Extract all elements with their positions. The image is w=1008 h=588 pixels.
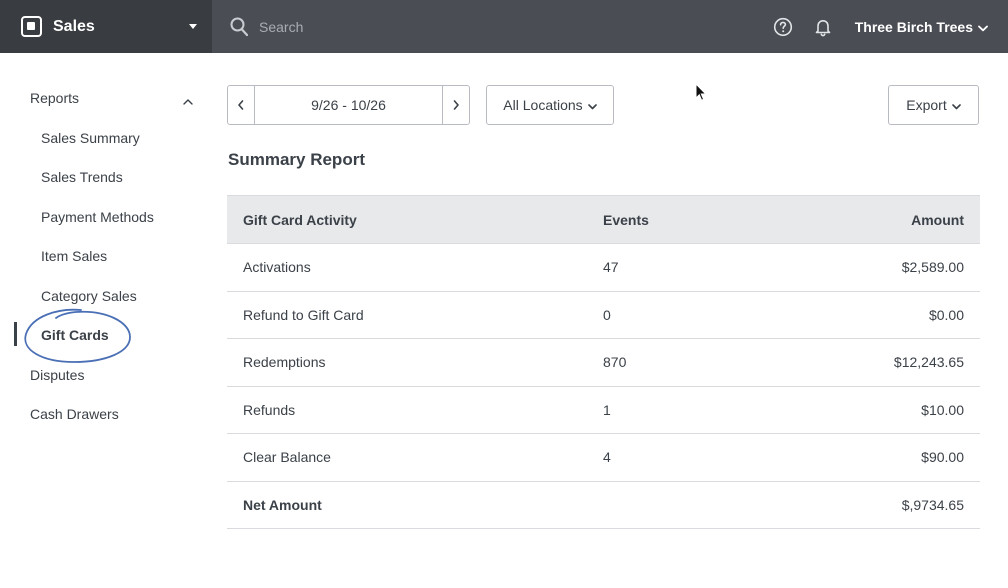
chevron-down-icon: [951, 97, 961, 113]
help-circle-icon[interactable]: [773, 17, 793, 37]
table-row: Refund to Gift Card 0 $0.00: [227, 291, 980, 339]
sidebar-item-disputes[interactable]: Disputes: [30, 367, 84, 383]
account-menu[interactable]: Three Birch Trees: [855, 19, 988, 35]
locations-label: All Locations: [503, 97, 583, 113]
activity-cell: Refunds: [227, 386, 603, 434]
activity-cell: Redemptions: [227, 338, 603, 387]
activity-cell: Clear Balance: [227, 433, 603, 482]
table-row: Activations 47 $2,589.00: [227, 243, 980, 292]
chevron-up-icon[interactable]: [182, 94, 194, 105]
mouse-cursor-icon: [695, 83, 707, 101]
amount-cell: $10.00: [783, 386, 980, 434]
table-row: Refunds 1 $10.00: [227, 386, 980, 434]
sidebar-item-payment-methods[interactable]: Payment Methods: [41, 209, 154, 225]
locations-dropdown[interactable]: All Locations: [486, 85, 614, 125]
amount-cell: $2,589.00: [783, 243, 980, 292]
search-bar: [230, 0, 773, 53]
total-label: Net Amount: [227, 481, 603, 529]
total-events: [603, 481, 783, 529]
table-row: Redemptions 870 $12,243.65: [227, 338, 980, 387]
column-header-events: Events: [603, 195, 783, 244]
events-cell: 0: [603, 291, 783, 339]
search-input[interactable]: [259, 18, 699, 35]
events-cell: 4: [603, 433, 783, 482]
app-name: Sales: [53, 17, 95, 35]
amount-cell: $90.00: [783, 433, 980, 482]
activity-cell: Activations: [227, 243, 603, 292]
sidebar-item-category-sales[interactable]: Category Sales: [41, 288, 137, 304]
app-switcher[interactable]: Sales: [0, 0, 212, 53]
page-title: Summary Report: [228, 150, 365, 169]
export-label: Export: [906, 97, 947, 113]
square-logo-icon: [21, 16, 42, 37]
chevron-right-icon: [453, 100, 459, 110]
column-header-amount: Amount: [783, 195, 980, 244]
events-cell: 1: [603, 386, 783, 434]
sidebar: Reports Sales Summary Sales Trends Payme…: [0, 53, 212, 588]
caret-down-icon: [189, 24, 197, 29]
chevron-down-icon: [587, 97, 597, 113]
sidebar-item-sales-trends[interactable]: Sales Trends: [41, 169, 123, 185]
activity-cell: Refund to Gift Card: [227, 291, 603, 339]
next-range-button[interactable]: [442, 85, 470, 125]
sidebar-item-item-sales[interactable]: Item Sales: [41, 248, 107, 264]
total-row: Net Amount $,9734.65: [227, 481, 980, 529]
date-range-label: 9/26 - 10/26: [311, 97, 386, 113]
sidebar-section-reports[interactable]: Reports: [30, 90, 79, 106]
export-dropdown[interactable]: Export: [888, 85, 979, 125]
bell-icon[interactable]: [813, 17, 833, 37]
amount-cell: $0.00: [783, 291, 980, 339]
table-row: Clear Balance 4 $90.00: [227, 433, 980, 482]
table-header-row: Gift Card Activity Events Amount: [227, 195, 980, 244]
summary-table: Gift Card Activity Events Amount Activat…: [227, 195, 980, 529]
date-range-picker[interactable]: 9/26 - 10/26: [254, 85, 443, 125]
top-right-actions: Three Birch Trees: [773, 0, 1008, 53]
search-icon: [230, 17, 248, 37]
previous-range-button[interactable]: [227, 85, 255, 125]
chevron-down-icon: [978, 19, 988, 35]
amount-cell: $12,243.65: [783, 338, 980, 387]
total-amount: $,9734.65: [783, 481, 980, 529]
events-cell: 870: [603, 338, 783, 387]
account-name: Three Birch Trees: [854, 18, 973, 35]
sidebar-item-sales-summary[interactable]: Sales Summary: [41, 130, 140, 146]
chevron-left-icon: [238, 100, 244, 110]
sidebar-item-cash-drawers[interactable]: Cash Drawers: [30, 406, 119, 422]
events-cell: 47: [603, 243, 783, 292]
top-bar: Sales Three Birch Trees: [0, 0, 1008, 53]
column-header-activity: Gift Card Activity: [227, 195, 603, 244]
sidebar-item-gift-cards[interactable]: Gift Cards: [41, 327, 109, 343]
active-indicator: [14, 322, 17, 346]
